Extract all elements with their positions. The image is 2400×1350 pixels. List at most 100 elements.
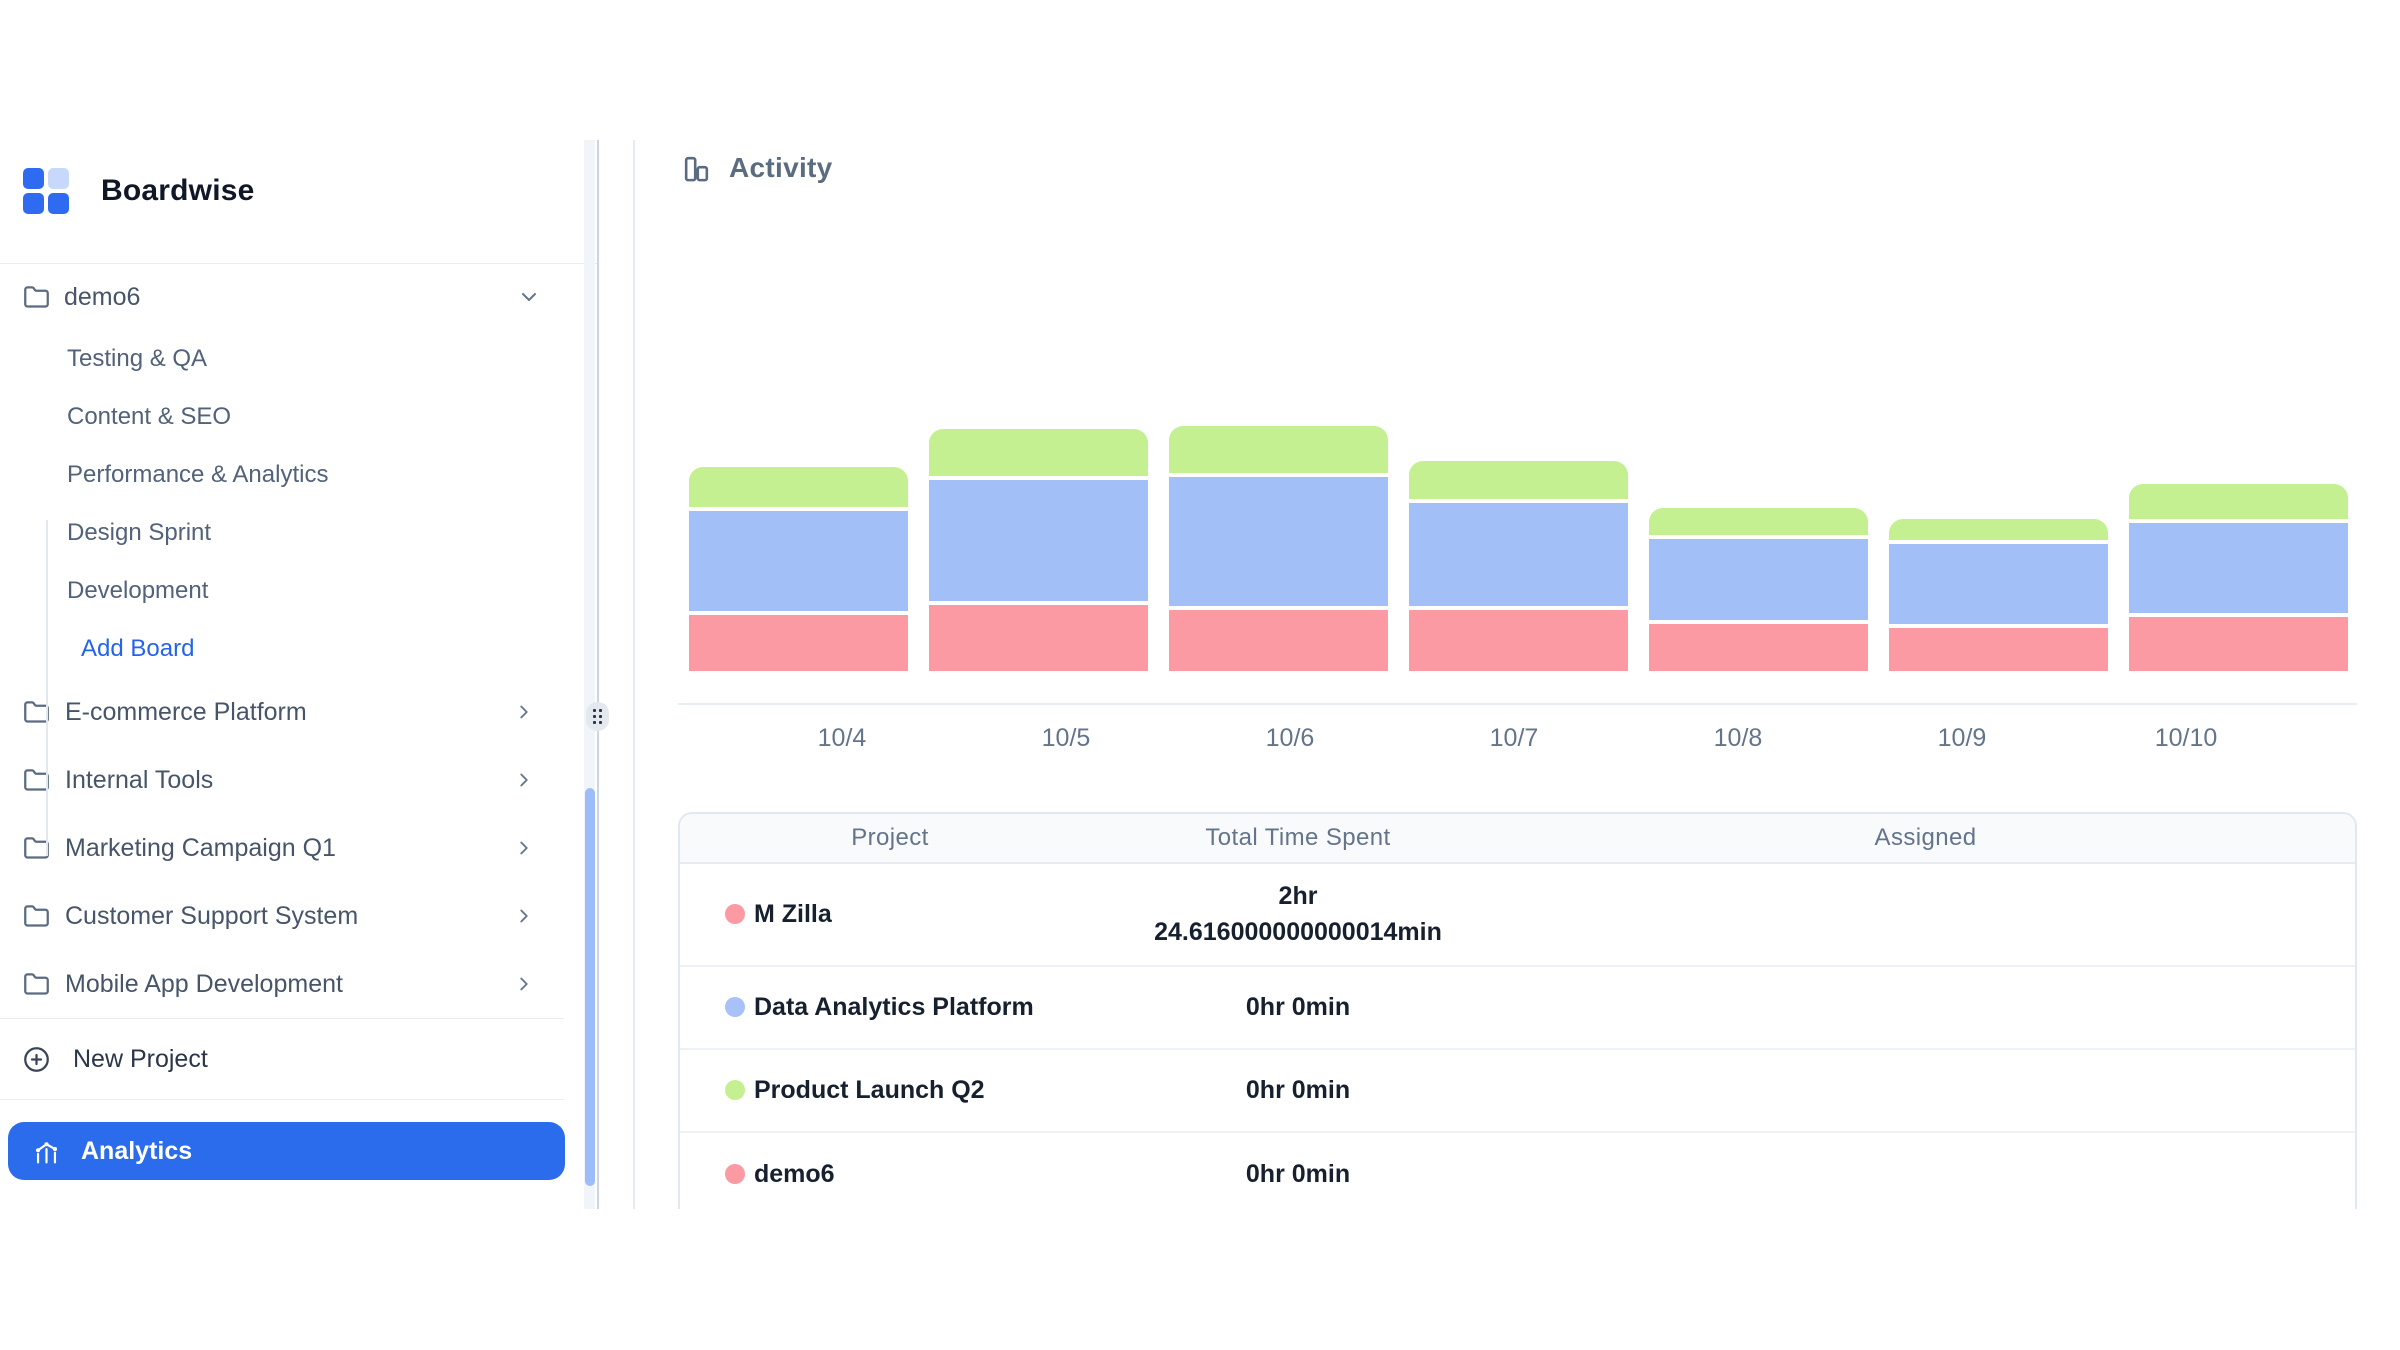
sidebar-project-item[interactable]: Mobile App Development [0, 950, 597, 1018]
bar-segment-product-launch-q2[interactable] [689, 467, 908, 507]
bar-segment-m-zilla[interactable] [1169, 610, 1388, 671]
sidebar-project-item[interactable]: Marketing Campaign Q1 [0, 814, 597, 882]
bar-segment-m-zilla[interactable] [689, 615, 908, 671]
time-spent-cell: 0hr 0min [1100, 975, 1496, 1039]
folder-icon [23, 971, 50, 998]
project-label: demo6 [64, 283, 140, 312]
project-name: Data Analytics Platform [754, 993, 1034, 1022]
sidebar: Boardwise demo6 Testing & QAContent & SE… [0, 140, 597, 1209]
board-tree: Testing & QAContent & SEOPerformance & A… [0, 330, 597, 678]
sidebar-resize-handle[interactable] [586, 702, 609, 731]
sidebar-board-item[interactable]: Performance & Analytics [0, 446, 597, 504]
brand-logo-row: Boardwise [23, 168, 255, 214]
sidebar-board-item[interactable]: Content & SEO [0, 388, 597, 446]
project-name: Product Launch Q2 [754, 1076, 985, 1105]
project-color-dot [725, 1080, 745, 1100]
sidebar-board-item[interactable]: Development [0, 562, 597, 620]
chevron-down-icon[interactable] [517, 285, 541, 309]
activity-bar-10/5[interactable] [929, 429, 1148, 671]
chevron-right-icon[interactable] [513, 973, 535, 995]
board-list: Testing & QAContent & SEOPerformance & A… [0, 330, 597, 620]
project-label: Mobile App Development [65, 970, 343, 999]
bar-segment-data-analytics-platform[interactable] [1649, 539, 1868, 620]
tree-guide-line [46, 520, 48, 856]
analytics-nav-button[interactable]: Analytics [8, 1122, 565, 1180]
project-label: Internal Tools [65, 766, 213, 795]
activity-bar-10/6[interactable] [1169, 426, 1388, 671]
bar-segment-data-analytics-platform[interactable] [1409, 503, 1628, 606]
bar-segment-data-analytics-platform[interactable] [2129, 523, 2348, 613]
sidebar-board-item[interactable]: Testing & QA [0, 330, 597, 388]
chevron-right-icon[interactable] [513, 701, 535, 723]
folder-icon [23, 903, 50, 930]
activity-bar-10/4[interactable] [689, 467, 908, 671]
bar-segment-data-analytics-platform[interactable] [929, 480, 1148, 601]
bar-segment-m-zilla[interactable] [1409, 610, 1628, 671]
sidebar-project-item[interactable]: Customer Support System [0, 882, 597, 950]
project-cell: M Zilla [680, 900, 1100, 929]
time-spent-cell: 0hr 0min [1100, 1142, 1496, 1206]
project-list: E-commerce Platform Internal Tools Marke… [0, 678, 597, 1018]
sidebar-scrollbar-thumb[interactable] [585, 788, 595, 1186]
activity-bar-10/8[interactable] [1649, 508, 1868, 671]
bar-segment-product-launch-q2[interactable] [1889, 519, 2108, 540]
project-label: Marketing Campaign Q1 [65, 834, 336, 863]
table-body: M Zilla 2hr 24.616000000000014min Data A… [680, 864, 2355, 1209]
x-axis-label: 10/9 [1850, 724, 2074, 753]
bar-segment-m-zilla[interactable] [2129, 617, 2348, 671]
chevron-right-icon[interactable] [513, 769, 535, 791]
activity-bar-10/7[interactable] [1409, 461, 1628, 671]
analytics-label: Analytics [81, 1137, 192, 1166]
project-label: Customer Support System [65, 902, 358, 931]
x-axis-label: 10/5 [954, 724, 1178, 753]
table-row: M Zilla 2hr 24.616000000000014min [680, 864, 2355, 967]
time-spent-table: Project Total Time Spent Assigned M Zill… [678, 812, 2357, 1209]
grip-dots-icon [593, 709, 602, 724]
bar-segment-m-zilla[interactable] [1649, 624, 1868, 671]
sidebar-project-item[interactable]: Internal Tools [0, 746, 597, 814]
project-cell: Product Launch Q2 [680, 1076, 1100, 1105]
assigned-cell [1496, 905, 2355, 923]
bar-segment-m-zilla[interactable] [929, 605, 1148, 671]
bar-segment-data-analytics-platform[interactable] [1169, 477, 1388, 606]
assigned-cell [1496, 998, 2355, 1016]
sidebar-project-demo6[interactable]: demo6 [0, 264, 597, 330]
app-window: Boardwise demo6 Testing & QAContent & SE… [0, 140, 2400, 1209]
sidebar-resize-border [597, 140, 599, 1209]
chevron-right-icon[interactable] [513, 837, 535, 859]
table-row: Product Launch Q2 0hr 0min [680, 1050, 2355, 1133]
activity-bar-10/10[interactable] [2129, 484, 2348, 671]
bar-segment-product-launch-q2[interactable] [929, 429, 1148, 476]
main-content: Activity 10/410/510/610/710/810/910/10 P… [658, 140, 2400, 1209]
column-header-time: Total Time Spent [1100, 824, 1496, 852]
new-project-button[interactable]: New Project [0, 1019, 597, 1099]
analytics-chart-icon [32, 1137, 61, 1166]
bar-segment-product-launch-q2[interactable] [1649, 508, 1868, 535]
brand-name: Boardwise [101, 174, 255, 208]
x-axis-label: 10/4 [730, 724, 954, 753]
sidebar-board-item[interactable]: Design Sprint [0, 504, 597, 562]
new-project-label: New Project [73, 1045, 208, 1074]
project-color-dot [725, 904, 745, 924]
project-name: M Zilla [754, 900, 832, 929]
project-cell: Data Analytics Platform [680, 993, 1100, 1022]
chevron-right-icon[interactable] [513, 905, 535, 927]
bar-segment-data-analytics-platform[interactable] [689, 511, 908, 611]
time-spent-cell: 0hr 0min [1100, 1058, 1496, 1122]
x-axis-label: 10/6 [1178, 724, 1402, 753]
bar-segment-data-analytics-platform[interactable] [1889, 544, 2108, 624]
assigned-cell [1496, 1081, 2355, 1099]
bar-segment-product-launch-q2[interactable] [1409, 461, 1628, 499]
add-board-button[interactable]: Add Board [0, 620, 597, 678]
project-label: E-commerce Platform [65, 698, 307, 727]
x-axis-labels: 10/410/510/610/710/810/910/10 [730, 724, 2298, 753]
time-spent-cell: 2hr 24.616000000000014min [1100, 864, 1496, 965]
bar-segment-product-launch-q2[interactable] [1169, 426, 1388, 473]
bar-segment-product-launch-q2[interactable] [2129, 484, 2348, 519]
circle-plus-icon [23, 1046, 50, 1073]
column-header-project: Project [680, 824, 1100, 852]
sidebar-project-item[interactable]: E-commerce Platform [0, 678, 597, 746]
activity-bar-10/9[interactable] [1889, 519, 2108, 671]
table-header-row: Project Total Time Spent Assigned [680, 814, 2355, 864]
bar-segment-m-zilla[interactable] [1889, 628, 2108, 671]
